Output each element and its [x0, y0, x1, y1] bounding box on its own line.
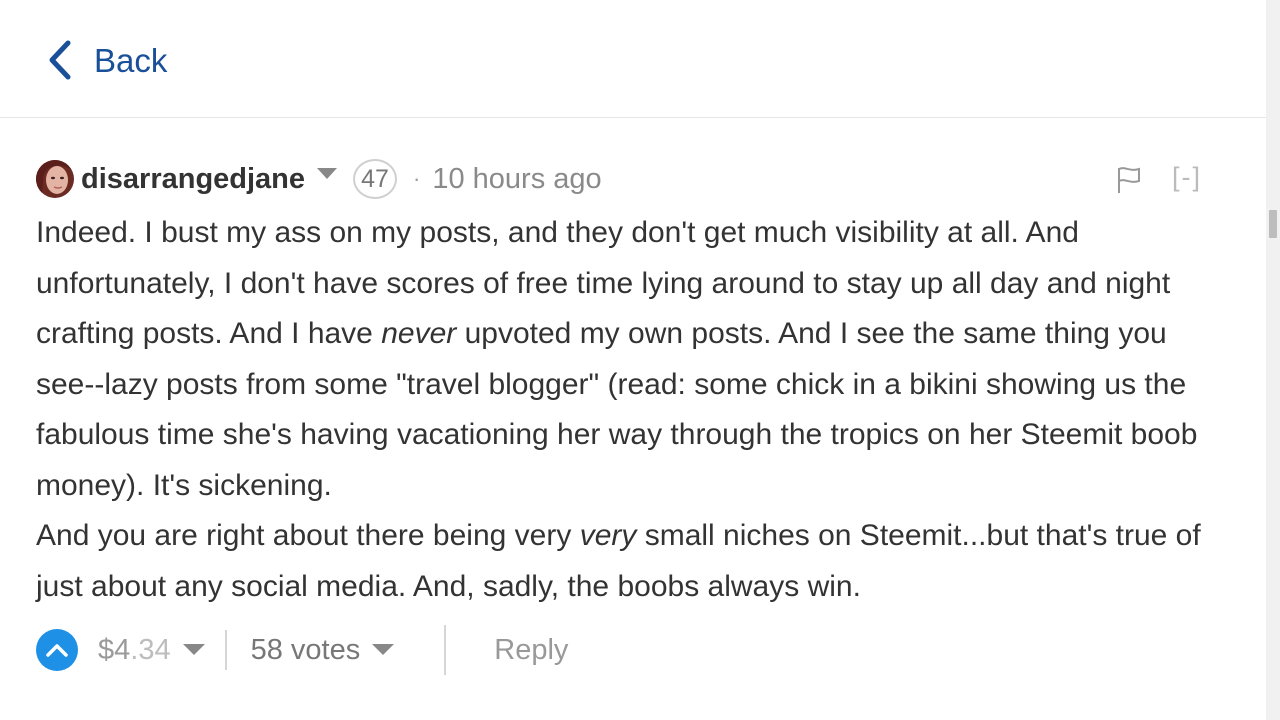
flag-icon[interactable]	[1116, 166, 1142, 194]
payout-currency: $	[98, 633, 115, 666]
avatar[interactable]	[36, 160, 74, 198]
divider	[444, 625, 447, 675]
payout-whole: 4	[114, 633, 131, 666]
reputation-value: 47	[361, 164, 389, 193]
comment-body: Indeed. I bust my ass on my posts, and t…	[36, 208, 1226, 612]
emphasis-text: never	[381, 317, 457, 350]
chevron-down-icon[interactable]	[182, 644, 205, 656]
text-segment: And you are right about there being very	[36, 519, 580, 552]
votes-dropdown[interactable]: 58 votes	[251, 634, 395, 667]
votes-label: 58 votes	[250, 633, 361, 666]
top-bar: Back	[0, 0, 1266, 118]
comment: disarrangedjane 47 · 10 hours ago [-] In…	[36, 150, 1226, 612]
comment-footer: $4.34 58 votes Reply	[36, 620, 568, 680]
upvote-icon	[46, 644, 68, 657]
back-button[interactable]: Back	[46, 38, 167, 82]
reply-button[interactable]: Reply	[494, 634, 568, 667]
avatar-image	[36, 160, 74, 198]
comment-paragraph: Indeed. I bust my ass on my posts, and t…	[36, 208, 1226, 511]
chevron-down-icon	[372, 644, 395, 655]
payout-cents: .34	[130, 633, 171, 666]
emphasis-text: very	[579, 519, 637, 552]
collapse-toggle[interactable]: [-]	[1172, 162, 1202, 193]
back-label: Back	[94, 41, 168, 79]
upvote-button[interactable]	[36, 629, 78, 671]
comment-header: disarrangedjane 47 · 10 hours ago [-]	[36, 150, 1226, 208]
timestamp[interactable]: 10 hours ago	[432, 163, 601, 196]
reputation-badge: 47	[353, 159, 398, 199]
scrollbar-thumb[interactable]	[1269, 210, 1277, 238]
chevron-down-icon[interactable]	[317, 168, 338, 180]
author-name[interactable]: disarrangedjane	[81, 163, 305, 196]
chevron-left-icon	[49, 40, 71, 80]
divider	[224, 630, 227, 670]
comment-paragraph: And you are right about there being very…	[36, 511, 1226, 612]
separator-dot: ·	[413, 166, 421, 191]
scrollbar[interactable]	[1266, 0, 1280, 720]
payout[interactable]: $4.34	[98, 634, 205, 667]
